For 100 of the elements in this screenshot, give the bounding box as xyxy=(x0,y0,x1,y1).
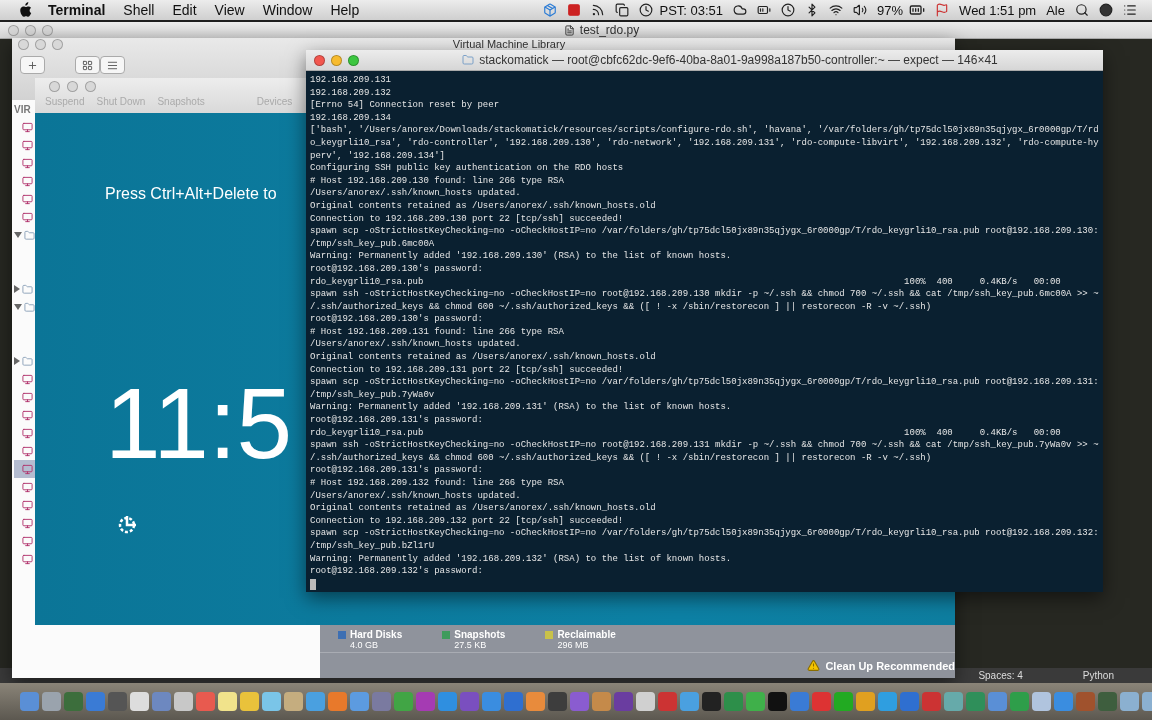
menu-item[interactable]: Help xyxy=(330,2,360,18)
world-clock-text[interactable]: PST: 03:51 xyxy=(659,2,724,18)
syntax-setting[interactable]: Python xyxy=(1082,670,1114,681)
zoom-button[interactable] xyxy=(85,81,96,92)
minimize-button[interactable] xyxy=(25,24,36,36)
grid-view-button[interactable] xyxy=(75,56,100,74)
close-button[interactable] xyxy=(314,54,325,66)
disclosure-triangle[interactable] xyxy=(14,285,20,293)
app-icon[interactable] xyxy=(548,692,567,711)
signal-icon[interactable] xyxy=(591,3,606,17)
app-icon[interactable] xyxy=(856,692,875,711)
app-icon[interactable] xyxy=(680,692,699,711)
close-button[interactable] xyxy=(18,38,29,50)
app-icon[interactable] xyxy=(878,692,897,711)
close-button[interactable] xyxy=(49,81,60,92)
app-icon[interactable] xyxy=(1054,692,1073,711)
app-icon[interactable] xyxy=(526,692,545,711)
terminal-line: /Users/anorex/.ssh/known_hosts updated. xyxy=(310,338,522,352)
clock-icon[interactable] xyxy=(639,3,654,17)
menu-item[interactable]: Window xyxy=(262,2,313,18)
app-icon[interactable] xyxy=(218,692,237,711)
vm-icon xyxy=(22,157,33,169)
app-icon[interactable] xyxy=(262,692,281,711)
box-icon[interactable] xyxy=(543,3,558,17)
sidebar-item[interactable] xyxy=(14,460,35,478)
app-icon[interactable] xyxy=(20,692,39,711)
app-icon[interactable] xyxy=(834,692,853,711)
disclosure-triangle[interactable] xyxy=(14,232,22,238)
app-icon[interactable] xyxy=(614,692,633,711)
volume-icon[interactable] xyxy=(853,3,868,17)
close-button[interactable] xyxy=(8,24,19,36)
square-icon[interactable] xyxy=(567,3,582,17)
battery-icon[interactable] xyxy=(909,2,926,18)
list-icon[interactable] xyxy=(1123,3,1137,17)
menu-item[interactable]: View xyxy=(214,2,245,18)
wifi-icon[interactable] xyxy=(829,3,844,17)
legend-label: Hard Disks xyxy=(338,629,403,640)
zoom-button[interactable] xyxy=(348,54,359,66)
app-icon[interactable] xyxy=(702,692,721,711)
app-icon[interactable] xyxy=(108,692,127,711)
accessibility-icon[interactable] xyxy=(117,513,139,535)
app-icon[interactable] xyxy=(636,692,655,711)
menu-item[interactable]: Terminal xyxy=(48,2,106,18)
app-icon[interactable] xyxy=(1010,692,1029,711)
user-name[interactable]: Ale xyxy=(1046,2,1065,18)
app-icon[interactable] xyxy=(592,692,611,711)
app-icon[interactable] xyxy=(988,692,1007,711)
clock-icon[interactable] xyxy=(781,3,796,17)
app-icon[interactable] xyxy=(196,692,215,711)
app-icon[interactable] xyxy=(152,692,171,711)
battery-icon[interactable] xyxy=(757,3,772,17)
app-icon[interactable] xyxy=(1120,692,1139,711)
terminal-line: 192.168.209.132 xyxy=(310,86,392,100)
minimize-button[interactable] xyxy=(67,81,78,92)
indent-setting[interactable]: Spaces: 4 xyxy=(978,670,1023,681)
menu-clock[interactable]: Wed 1:51 pm xyxy=(959,2,1037,18)
zoom-button[interactable] xyxy=(52,38,63,50)
app-icon[interactable] xyxy=(284,692,303,711)
app-icon[interactable] xyxy=(350,692,369,711)
app-icon[interactable] xyxy=(768,692,787,711)
zoom-button[interactable] xyxy=(42,24,53,36)
menu-item[interactable]: Shell xyxy=(123,2,155,18)
app-icon[interactable] xyxy=(746,692,765,711)
disclosure-triangle[interactable] xyxy=(14,357,20,365)
terminal-line: Configuring SSH public key authentication on the RDO hosts xyxy=(310,162,625,175)
vm-icon xyxy=(22,517,33,529)
minimize-button[interactable] xyxy=(331,54,342,66)
app-icon[interactable] xyxy=(306,692,325,711)
app-icon[interactable] xyxy=(438,692,457,711)
terminal-line: Original contents retained as /Users/anorex/.ssh/known_hosts.old xyxy=(310,351,657,364)
app-icon[interactable] xyxy=(240,692,259,711)
app-icon[interactable] xyxy=(1032,692,1051,711)
app-icon[interactable] xyxy=(1098,692,1117,711)
copy-icon[interactable] xyxy=(615,3,630,17)
app-icon[interactable] xyxy=(328,692,347,711)
window-title: test_rdo.py xyxy=(563,23,640,37)
circle-icon[interactable] xyxy=(1099,3,1113,17)
app-icon[interactable] xyxy=(42,692,61,711)
search-icon[interactable] xyxy=(1075,3,1089,17)
terminal-line: Original contents retained as /Users/anorex/.ssh/known_hosts.old xyxy=(310,199,657,213)
app-icon[interactable] xyxy=(130,692,149,711)
add-button[interactable] xyxy=(20,56,45,74)
menu-item[interactable]: Edit xyxy=(172,2,197,18)
minimize-button[interactable] xyxy=(35,38,46,50)
disclosure-triangle[interactable] xyxy=(14,304,22,310)
battery-percent[interactable]: 97% xyxy=(877,2,904,18)
flag-icon[interactable] xyxy=(935,3,950,17)
app-icon[interactable] xyxy=(394,692,413,711)
vm-icon xyxy=(22,175,33,187)
apple-icon[interactable] xyxy=(18,2,32,18)
vm-icon xyxy=(22,373,33,385)
lock-message: Press Ctrl+Alt+Delete to xyxy=(105,185,277,203)
list-view-button[interactable] xyxy=(100,56,125,74)
terminal-line: Connection to 192.168.209.132 port 22 [tcp/ssh] succeeded! xyxy=(310,514,625,528)
app-icon[interactable] xyxy=(482,692,501,711)
app-icon[interactable] xyxy=(174,692,193,711)
terminal-line: spawn scp -oStrictHostKeyChecking=no -oCheckHostIP=no /var/folders/gh/tp75dcl50jx89n35qjygx_6r0000gp/T/rdo_keygrli10_rsa.pub root@192.168.209.131: xyxy=(310,376,1099,389)
app-icon[interactable] xyxy=(944,692,963,711)
folder-icon xyxy=(22,355,33,367)
cloud-icon[interactable] xyxy=(733,3,748,17)
